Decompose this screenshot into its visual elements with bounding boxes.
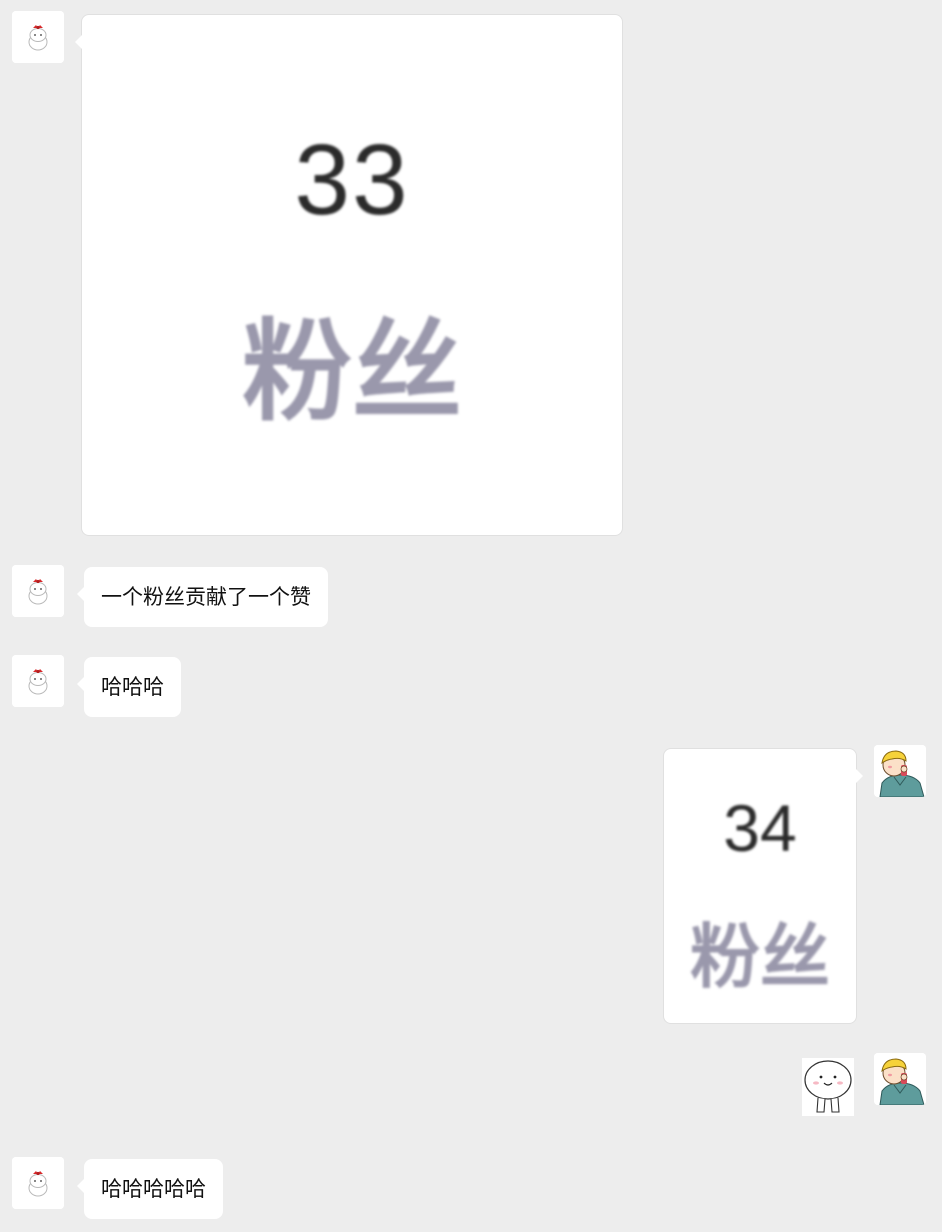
- cat-avatar-icon: [12, 655, 64, 707]
- text-message[interactable]: 哈哈哈: [77, 657, 181, 717]
- cartoon-boy-avatar-icon: [874, 1053, 926, 1105]
- follower-label: 粉丝: [690, 916, 830, 998]
- cat-avatar-icon: [12, 1157, 64, 1209]
- follower-count: 33: [294, 124, 410, 236]
- cat-avatar-icon: [12, 565, 64, 617]
- follower-count: 34: [723, 791, 797, 865]
- image-message-card[interactable]: 34 粉丝: [663, 748, 863, 1024]
- text-message[interactable]: 一个粉丝贡献了一个赞: [77, 567, 328, 627]
- cartoon-boy-avatar-icon: [874, 745, 926, 797]
- friend-avatar[interactable]: [12, 11, 64, 63]
- self-avatar[interactable]: [874, 1053, 926, 1105]
- friend-avatar[interactable]: [12, 1157, 64, 1209]
- self-avatar[interactable]: [874, 745, 926, 797]
- friend-avatar[interactable]: [12, 565, 64, 617]
- text-message[interactable]: 哈哈哈哈哈: [77, 1159, 223, 1219]
- friend-avatar[interactable]: [12, 655, 64, 707]
- smiling-dumpling-icon: [802, 1058, 854, 1116]
- smiling-dumpling-sticker[interactable]: [802, 1058, 854, 1116]
- cat-avatar-icon: [12, 11, 64, 63]
- image-message-card[interactable]: 33 粉丝: [75, 14, 623, 536]
- follower-label: 粉丝: [242, 308, 462, 436]
